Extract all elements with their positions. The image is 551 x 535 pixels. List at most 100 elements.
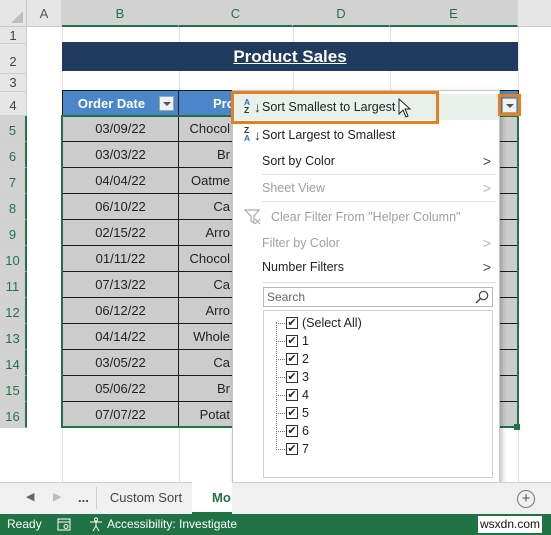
row-header-4[interactable]: 4 xyxy=(0,92,27,116)
cell-product[interactable]: Br xyxy=(179,142,233,168)
filter-item-label: 6 xyxy=(302,424,309,438)
row-header-8[interactable]: 8 xyxy=(0,194,27,220)
row-header-16[interactable]: 16 xyxy=(0,402,27,428)
cell-helper-column[interactable] xyxy=(499,116,518,142)
add-sheet-icon[interactable]: + xyxy=(517,490,535,508)
row-header-6[interactable]: 6 xyxy=(0,142,27,168)
row-header-9[interactable]: 9 xyxy=(0,220,27,246)
column-header-d[interactable]: D xyxy=(293,0,390,27)
row-header-7[interactable]: 7 xyxy=(0,168,27,194)
filter-item[interactable]: ✔ 4 xyxy=(264,386,492,404)
cell-helper-column[interactable] xyxy=(499,194,518,220)
cell-order-date[interactable]: 02/15/22 xyxy=(63,220,179,246)
filter-search-input[interactable]: Search xyxy=(263,287,493,307)
status-accessibility[interactable]: Accessibility: Investigate xyxy=(107,514,237,535)
sheet-title: Product Sales xyxy=(233,47,347,66)
fill-handle[interactable] xyxy=(514,424,520,430)
search-icon xyxy=(475,290,489,304)
filter-item[interactable]: ✔ 6 xyxy=(264,422,492,440)
sheet-title-banner: Product Sales xyxy=(62,42,518,71)
row-header-13[interactable]: 13 xyxy=(0,324,27,350)
cell-helper-column[interactable] xyxy=(499,246,518,272)
menu-sort-descending[interactable]: Z A ↓ Sort Largest to Smallest xyxy=(233,122,499,148)
cell-order-date[interactable]: 07/13/22 xyxy=(63,272,179,298)
column-header-c[interactable]: C xyxy=(179,0,293,27)
cell-order-date[interactable]: 06/10/22 xyxy=(63,194,179,220)
tab-scroll-left-icon[interactable]: ◀ xyxy=(26,490,34,503)
cell-order-date[interactable]: 04/04/22 xyxy=(63,168,179,194)
checkbox[interactable]: ✔ xyxy=(286,353,298,365)
tab-scroll-right-icon[interactable]: ▶ xyxy=(53,490,61,503)
row-header-3[interactable]: 3 xyxy=(0,74,27,92)
cell-helper-column[interactable] xyxy=(499,168,518,194)
menu-sheet-view: Sheet View > xyxy=(233,175,499,201)
menu-sort-by-color[interactable]: Sort by Color > xyxy=(233,148,499,174)
cell-product[interactable]: Chocol xyxy=(179,116,233,142)
filter-item[interactable]: ✔ 3 xyxy=(264,368,492,386)
cell-helper-column[interactable] xyxy=(499,324,518,350)
cell-helper-column[interactable] xyxy=(499,220,518,246)
helper-column-filter-dropdown[interactable] xyxy=(502,98,517,113)
row-header-15[interactable]: 15 xyxy=(0,376,27,402)
status-bar: Ready Accessibility: Investigate wsxdn.c… xyxy=(0,514,551,535)
cell-order-date[interactable]: 01/11/22 xyxy=(63,246,179,272)
cell-helper-column[interactable] xyxy=(499,142,518,168)
menu-clear-filter: Clear Filter From "Helper Column" xyxy=(233,204,499,230)
row-header-5[interactable]: 5 xyxy=(0,116,27,142)
checkbox[interactable]: ✔ xyxy=(286,407,298,419)
row-header-11[interactable]: 11 xyxy=(0,272,27,298)
cell-helper-column[interactable] xyxy=(499,272,518,298)
select-all-corner[interactable] xyxy=(0,0,27,27)
cell-order-date[interactable]: 03/03/22 xyxy=(63,142,179,168)
cell-helper-column[interactable] xyxy=(499,376,518,402)
cell-helper-column[interactable] xyxy=(499,298,518,324)
column-header-a[interactable]: A xyxy=(27,0,62,27)
cell-product[interactable]: Oatme xyxy=(179,168,233,194)
cell-product[interactable]: Ca xyxy=(179,194,233,220)
cell-helper-column[interactable] xyxy=(499,350,518,376)
menu-separator xyxy=(262,201,496,202)
cell-product[interactable]: Arro xyxy=(179,220,233,246)
menu-sort-descending-label: Sort Largest to Smallest xyxy=(262,128,396,142)
cell-product[interactable]: Whole xyxy=(179,324,233,350)
cell-product[interactable]: Potat xyxy=(179,402,233,428)
checkbox[interactable]: ✔ xyxy=(286,389,298,401)
filter-item[interactable]: ✔ 1 xyxy=(264,332,492,350)
filter-dropdown-button[interactable] xyxy=(159,96,174,111)
cell-product[interactable]: Arro xyxy=(179,298,233,324)
tab-custom-sort[interactable]: Custom Sort xyxy=(100,482,192,514)
checkbox[interactable]: ✔ xyxy=(286,425,298,437)
filter-item[interactable]: ✔ 5 xyxy=(264,404,492,422)
cell-order-date[interactable]: 06/12/22 xyxy=(63,298,179,324)
filter-item[interactable]: ✔ 7 xyxy=(264,440,492,458)
filter-item[interactable]: ✔ 2 xyxy=(264,350,492,368)
checkbox[interactable]: ✔ xyxy=(286,335,298,347)
cell-order-date[interactable]: 04/14/22 xyxy=(63,324,179,350)
row-header-2[interactable]: 2 xyxy=(0,44,27,74)
checkbox[interactable]: ✔ xyxy=(286,443,298,455)
cell-product[interactable]: Ca xyxy=(179,350,233,376)
cell-product[interactable]: Chocol xyxy=(179,246,233,272)
menu-number-filters[interactable]: Number Filters > xyxy=(233,254,499,280)
cell-product[interactable]: Ca xyxy=(179,272,233,298)
filter-item-label: 5 xyxy=(302,406,309,420)
cell-order-date[interactable]: 03/09/22 xyxy=(63,116,179,142)
column-header-e[interactable]: E xyxy=(390,0,518,27)
cell-order-date[interactable]: 05/06/22 xyxy=(63,376,179,402)
checkbox[interactable]: ✔ xyxy=(286,317,298,329)
menu-sort-ascending[interactable]: A Z ↓ Sort Smallest to Largest xyxy=(233,94,499,120)
tab-active-sheet[interactable]: Mo xyxy=(192,482,232,514)
macro-record-icon[interactable] xyxy=(57,518,71,531)
filter-item[interactable]: ✔ (Select All) xyxy=(264,314,492,332)
cell-product[interactable]: Br xyxy=(179,376,233,402)
row-header-14[interactable]: 14 xyxy=(0,350,27,376)
search-placeholder: Search xyxy=(267,290,306,304)
row-header-1[interactable]: 1 xyxy=(0,27,27,44)
tab-more-ellipsis[interactable]: ... xyxy=(78,482,89,514)
row-header-12[interactable]: 12 xyxy=(0,298,27,324)
cell-order-date[interactable]: 07/07/22 xyxy=(63,402,179,428)
row-header-10[interactable]: 10 xyxy=(0,246,27,272)
column-header-b[interactable]: B xyxy=(62,0,179,27)
checkbox[interactable]: ✔ xyxy=(286,371,298,383)
cell-order-date[interactable]: 03/05/22 xyxy=(63,350,179,376)
